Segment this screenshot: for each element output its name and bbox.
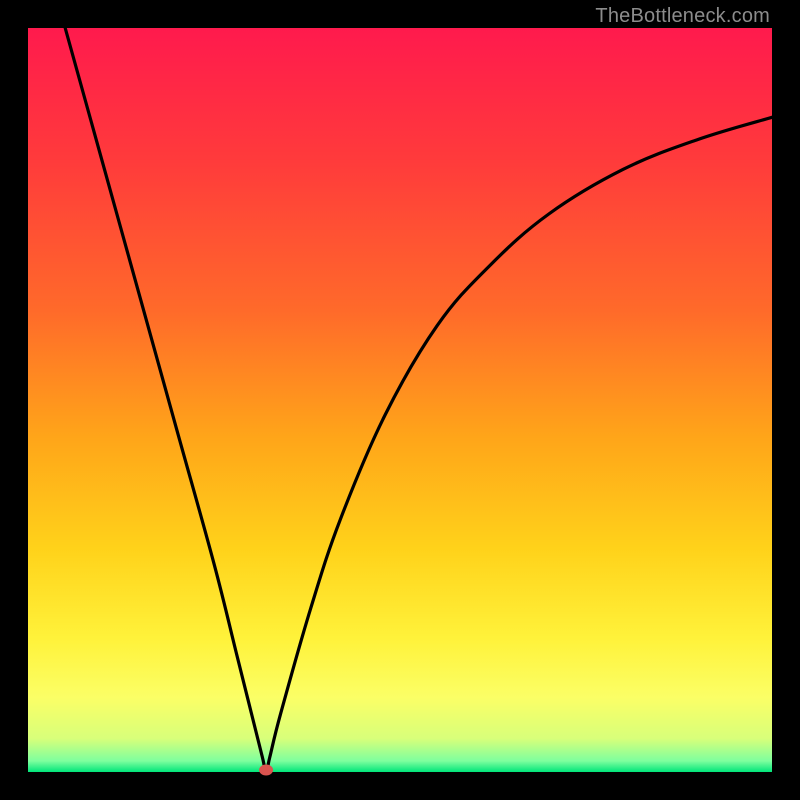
plot-area (28, 28, 772, 772)
optimal-point-marker (259, 765, 273, 776)
watermark-text: TheBottleneck.com (595, 5, 770, 28)
bottleneck-curve (28, 28, 772, 772)
